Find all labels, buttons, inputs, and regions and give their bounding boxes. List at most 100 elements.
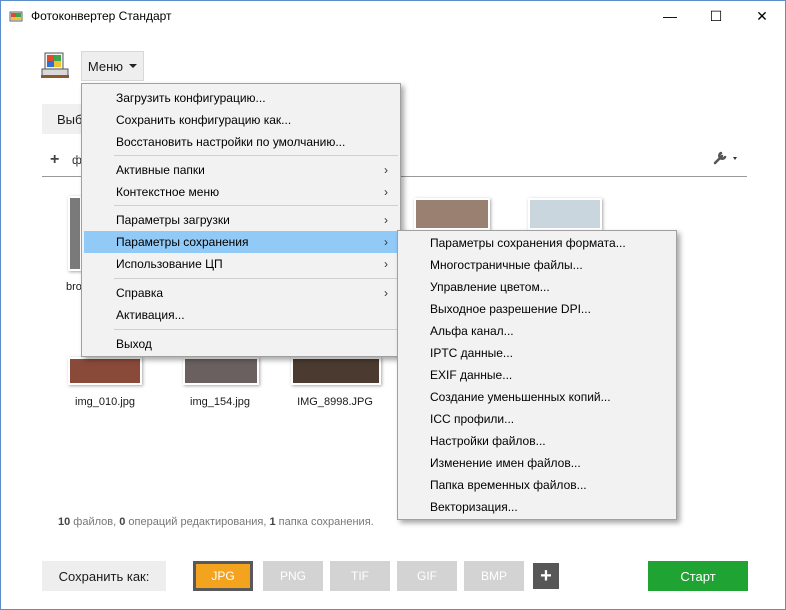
submenu-item-label: Создание уменьшенных копий... <box>430 390 611 404</box>
thumbnail-image[interactable] <box>291 357 381 385</box>
menu-item-label: Параметры сохранения <box>116 235 249 249</box>
format-gif-label: GIF <box>417 569 437 583</box>
submenu-item-label: Выходное разрешение DPI... <box>430 302 591 316</box>
submenu-item-vectorize[interactable]: Векторизация... <box>400 496 674 518</box>
menu-item-help[interactable]: Справка › <box>84 282 398 304</box>
menu-item-label: Контекстное меню <box>116 185 220 199</box>
menu-item-label: Сохранить конфигурацию как... <box>116 113 292 127</box>
menu-item-label: Параметры загрузки <box>116 213 230 227</box>
menu-item-label: Справка <box>116 286 164 300</box>
menu-item-save-config[interactable]: Сохранить конфигурацию как... <box>84 109 398 131</box>
submenu-item-format-params[interactable]: Параметры сохранения формата... <box>400 232 674 254</box>
menu-separator <box>114 155 398 156</box>
submenu-item-label: Папка временных файлов... <box>430 478 587 492</box>
app-logo-icon <box>41 52 69 78</box>
status-line: 10 файлов, 0 операций редактирования, 1 … <box>58 516 374 528</box>
menu-item-label: Восстановить настройки по умолчанию... <box>116 135 346 149</box>
thumbnail-image[interactable] <box>68 357 142 385</box>
menu-item-activation[interactable]: Активация... <box>84 304 398 326</box>
submenu-item-icc[interactable]: ICC профили... <box>400 408 674 430</box>
submenu-item-file-settings[interactable]: Настройки файлов... <box>400 430 674 452</box>
menu-separator <box>114 278 398 279</box>
submenu-item-label: Векторизация... <box>430 500 518 514</box>
start-button[interactable]: Старт <box>648 561 748 591</box>
submenu-item-dpi[interactable]: Выходное разрешение DPI... <box>400 298 674 320</box>
menu-separator <box>114 205 398 206</box>
submenu-item-label: Изменение имен файлов... <box>430 456 581 470</box>
window-title: Фотоконвертер Стандарт <box>31 9 172 23</box>
menu-item-cpu-usage[interactable]: Использование ЦП › <box>84 253 398 275</box>
menu-item-active-folders[interactable]: Активные папки › <box>84 159 398 181</box>
files-text: файлов, <box>70 516 120 528</box>
thumbnail-image[interactable] <box>183 357 259 385</box>
submenu-item-exif[interactable]: EXIF данные... <box>400 364 674 386</box>
plus-icon: + <box>540 564 552 587</box>
main-dropdown-menu: Загрузить конфигурацию... Сохранить конф… <box>81 83 401 357</box>
submenu-item-rename[interactable]: Изменение имен файлов... <box>400 452 674 474</box>
submenu-item-label: Параметры сохранения формата... <box>430 236 626 250</box>
submenu-item-label: IPTC данные... <box>430 346 513 360</box>
wrench-icon[interactable] <box>713 150 741 166</box>
thumbnail-image[interactable] <box>414 198 490 230</box>
app-window: Фотоконвертер Стандарт — ☐ ✕ Меню Выб + … <box>0 0 786 610</box>
menu-item-label: Использование ЦП <box>116 257 223 271</box>
title-bar: Фотоконвертер Стандарт — ☐ ✕ <box>1 1 785 31</box>
thumbnail-label: img_154.jpg <box>190 396 250 408</box>
submenu-item-iptc[interactable]: IPTC данные... <box>400 342 674 364</box>
menu-button[interactable]: Меню <box>81 51 144 81</box>
submenu-item-label: EXIF данные... <box>430 368 513 382</box>
files-count: 10 <box>58 516 71 528</box>
format-bmp-button[interactable]: BMP <box>464 561 524 591</box>
ops-text: операций редактирования, <box>125 516 270 528</box>
close-icon: ✕ <box>756 7 768 24</box>
thumbnail-label: IMG_8998.JPG <box>297 396 373 408</box>
menu-item-load-config[interactable]: Загрузить конфигурацию... <box>84 87 398 109</box>
start-button-label: Старт <box>680 568 716 584</box>
menu-item-context-menu[interactable]: Контекстное меню › <box>84 181 398 203</box>
submenu-item-thumbnails[interactable]: Создание уменьшенных копий... <box>400 386 674 408</box>
minimize-button[interactable]: — <box>647 1 693 31</box>
menu-item-restore-defaults[interactable]: Восстановить настройки по умолчанию... <box>84 131 398 153</box>
chevron-right-icon: › <box>384 163 388 177</box>
format-png-button[interactable]: PNG <box>263 561 323 591</box>
menu-separator <box>114 329 398 330</box>
maximize-icon: ☐ <box>709 7 723 24</box>
submenu-item-multipage[interactable]: Многостраничные файлы... <box>400 254 674 276</box>
format-tif-button[interactable]: TIF <box>330 561 390 591</box>
chevron-right-icon: › <box>384 185 388 199</box>
submenu-item-label: Управление цветом... <box>430 280 550 294</box>
chevron-right-icon: › <box>384 286 388 300</box>
submenu-item-label: Настройки файлов... <box>430 434 546 448</box>
thumbnail-image[interactable] <box>68 196 82 271</box>
menu-item-label: Загрузить конфигурацию... <box>116 91 266 105</box>
minimize-icon: — <box>663 8 677 24</box>
close-button[interactable]: ✕ <box>739 1 785 31</box>
save-params-submenu: Параметры сохранения формата... Многостр… <box>397 230 677 520</box>
submenu-item-label: ICC профили... <box>430 412 515 426</box>
format-png-label: PNG <box>279 569 306 583</box>
menu-item-label: Выход <box>116 337 152 351</box>
menu-item-label: Активные папки <box>116 163 205 177</box>
format-jpg-button[interactable]: JPG <box>193 561 253 591</box>
format-bmp-label: BMP <box>480 569 507 583</box>
format-gif-button[interactable]: GIF <box>397 561 457 591</box>
maximize-button[interactable]: ☐ <box>693 1 739 31</box>
chevron-right-icon: › <box>384 213 388 227</box>
submenu-item-temp-folder[interactable]: Папка временных файлов... <box>400 474 674 496</box>
add-files-plus-icon[interactable]: + <box>50 151 59 169</box>
add-format-button[interactable]: + <box>533 563 559 589</box>
tab-select-files-label: Выб <box>57 112 83 127</box>
thumbnail-image[interactable] <box>528 198 602 230</box>
menu-button-label: Меню <box>87 58 124 74</box>
format-tif-label: TIF <box>351 569 369 583</box>
menu-item-load-params[interactable]: Параметры загрузки › <box>84 209 398 231</box>
menu-item-label: Активация... <box>116 308 185 322</box>
folders-text: папка сохранения. <box>275 516 374 528</box>
thumbnail-label: img_010.jpg <box>75 396 135 408</box>
submenu-item-color-management[interactable]: Управление цветом... <box>400 276 674 298</box>
app-icon <box>9 11 23 22</box>
menu-item-exit[interactable]: Выход <box>84 333 398 355</box>
submenu-item-label: Альфа канал... <box>430 324 514 338</box>
menu-item-save-params[interactable]: Параметры сохранения › <box>84 231 398 253</box>
submenu-item-alpha[interactable]: Альфа канал... <box>400 320 674 342</box>
